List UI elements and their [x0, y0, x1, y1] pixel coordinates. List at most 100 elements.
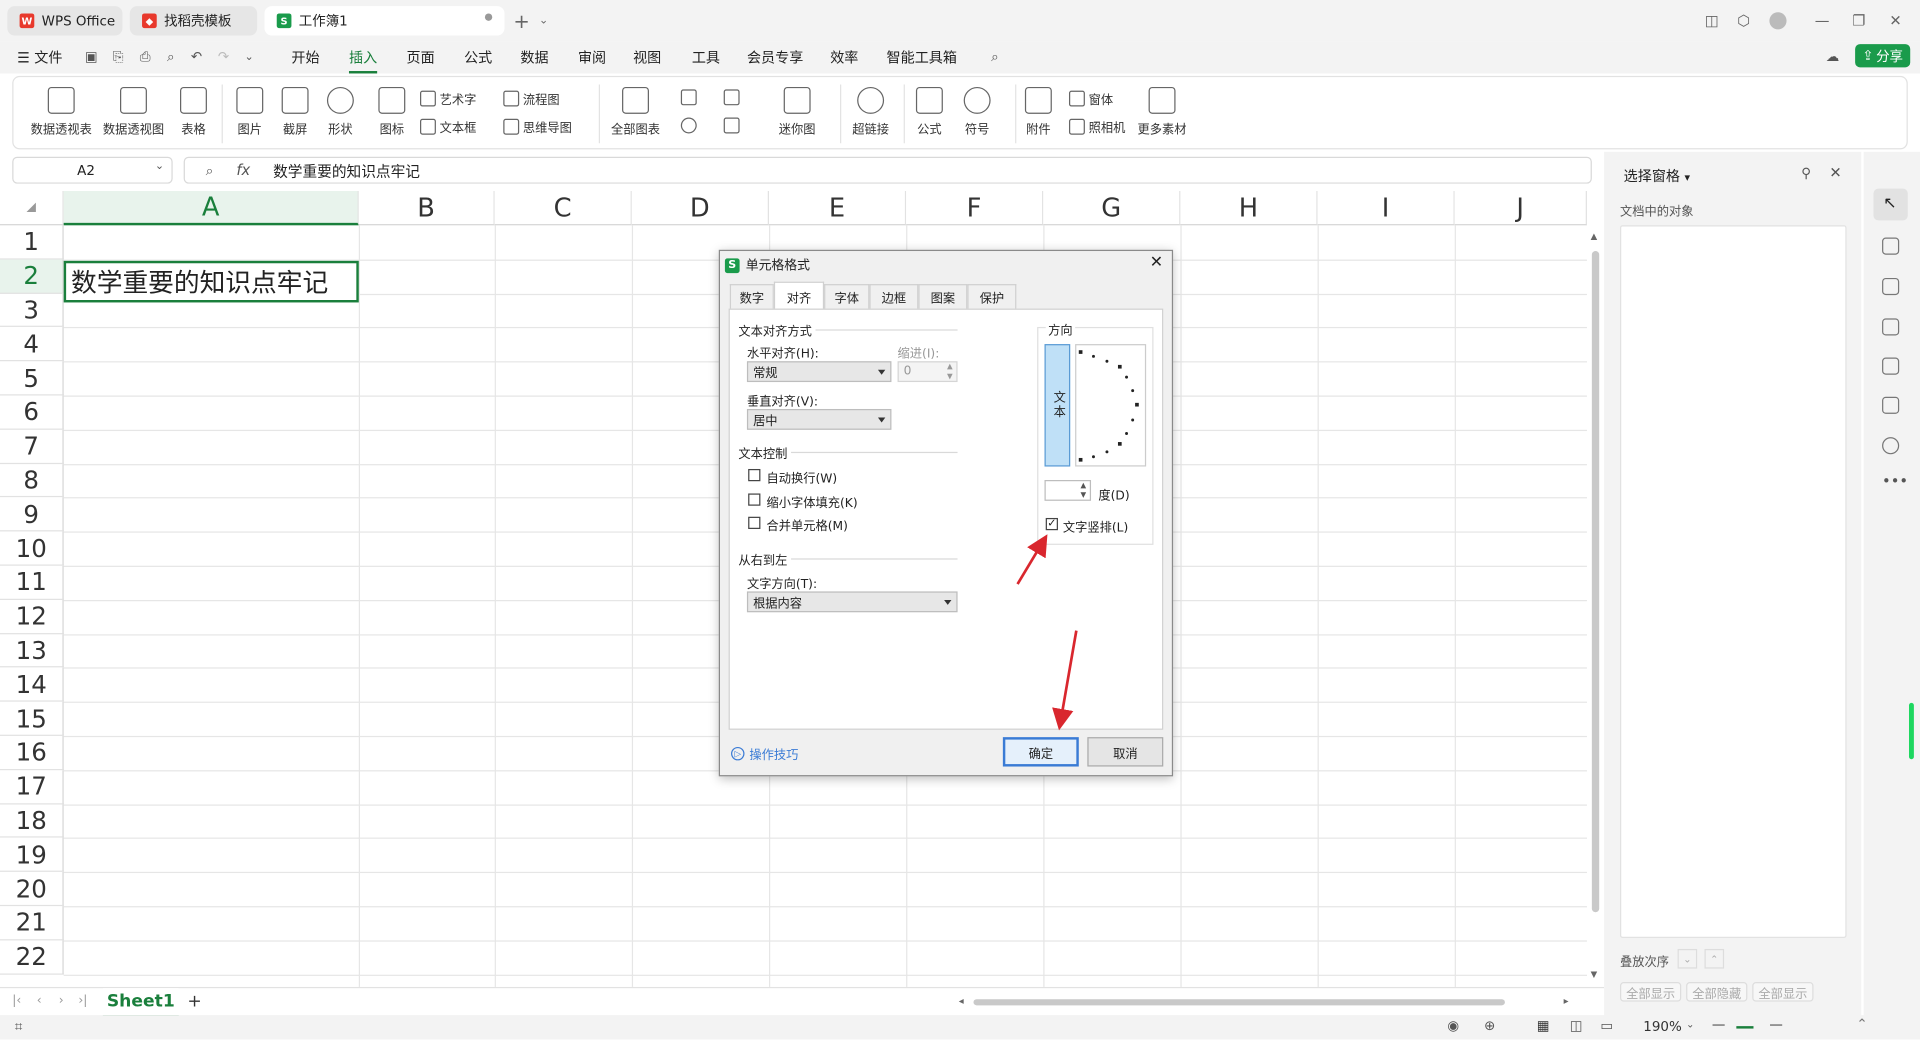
cloud-icon[interactable]: ☁	[1825, 49, 1841, 65]
line-chart-button[interactable]	[723, 89, 740, 106]
row-header-14[interactable]: 14	[0, 667, 64, 702]
tab-font[interactable]: 字体	[824, 284, 870, 309]
symbol-button[interactable]: 符号	[963, 77, 991, 137]
tab-workbook[interactable]: S 工作簿1	[264, 6, 505, 36]
row-header-1[interactable]: 1	[0, 225, 64, 260]
indent-spinner[interactable]: 0 ▲ ▼	[897, 361, 958, 383]
row-header-13[interactable]: 13	[0, 633, 64, 668]
row-header-7[interactable]: 7	[0, 429, 64, 464]
cube-icon[interactable]: ⬡	[1734, 11, 1754, 31]
column-header-c[interactable]: C	[494, 191, 632, 226]
row-header-2[interactable]: 2	[0, 259, 64, 294]
orientation-dial[interactable]	[1075, 344, 1147, 467]
table-button[interactable]: 表格	[180, 77, 207, 137]
hyperlink-button[interactable]: 超链接	[852, 77, 889, 137]
side-scroll-indicator[interactable]	[1908, 702, 1914, 760]
camera-button[interactable]: 照相机	[1068, 118, 1125, 136]
column-header-i[interactable]: I	[1317, 191, 1455, 226]
menu-start[interactable]: 开始	[291, 48, 319, 68]
show-all-button[interactable]: 全部显示	[1620, 982, 1682, 1002]
print-preview-icon[interactable]: ⌕	[163, 48, 179, 65]
flowchart-button[interactable]: 流程图	[503, 89, 560, 108]
chevron-down-icon[interactable]: ⌄	[1686, 1019, 1694, 1030]
zoom-out-icon[interactable]: —	[1712, 1016, 1725, 1032]
zoom-level[interactable]: 190%	[1643, 1019, 1682, 1035]
search-icon[interactable]: ⌕	[987, 48, 1003, 65]
equation-button[interactable]: 公式	[915, 77, 943, 137]
help-icon[interactable]	[1882, 437, 1900, 455]
export-icon[interactable]: ⎘	[110, 48, 126, 65]
row-header-22[interactable]: 22	[0, 940, 64, 975]
avatar[interactable]	[1768, 11, 1788, 31]
print-icon[interactable]: ⎙	[137, 48, 153, 65]
book-icon[interactable]	[1882, 396, 1900, 414]
text-direction-select[interactable]: 根据内容	[746, 591, 958, 613]
attachment-button[interactable]: 附件	[1024, 77, 1052, 137]
menu-tools[interactable]: 工具	[692, 48, 720, 68]
pivot-table-button[interactable]: 数据透视表	[31, 77, 92, 137]
move-down-icon[interactable]: ⌄	[1677, 948, 1698, 969]
macro-icon[interactable]: ⌗	[15, 1019, 23, 1036]
mindmap-button[interactable]: 思维导图	[503, 118, 572, 136]
menu-smart-toolbox[interactable]: 智能工具箱	[887, 48, 957, 68]
sparkline-button[interactable]: 迷你图	[779, 77, 816, 137]
zoom-slider[interactable]	[1736, 1026, 1754, 1029]
scroll-down-icon[interactable]: ▼	[1591, 970, 1598, 980]
pane-title[interactable]: 选择窗格 ▾	[1624, 167, 1690, 187]
row-header-19[interactable]: 19	[0, 838, 64, 873]
form-button[interactable]: 窗体	[1068, 89, 1113, 108]
column-header-j[interactable]: J	[1454, 191, 1587, 226]
row-header-10[interactable]: 10	[0, 531, 64, 566]
v-align-select[interactable]: 居中	[746, 408, 892, 430]
next-sheet-icon[interactable]: ›	[59, 994, 64, 1007]
prev-sheet-icon[interactable]: ‹	[37, 994, 42, 1007]
minimize-icon[interactable]: —	[1812, 11, 1832, 31]
pin-icon[interactable]: ⚲	[1801, 165, 1811, 181]
first-sheet-icon[interactable]: |‹	[12, 994, 21, 1007]
pivot-chart-button[interactable]: 数据透视图	[103, 77, 164, 137]
collapse-icon[interactable]: ⌃	[1856, 1016, 1867, 1032]
h-align-select[interactable]: 常规	[746, 361, 892, 383]
crop-icon[interactable]	[1882, 277, 1900, 296]
column-header-b[interactable]: B	[358, 191, 495, 226]
sheet-tab-sheet1[interactable]: Sheet1	[102, 988, 179, 1018]
chevron-down-icon[interactable]: ⌄	[241, 49, 257, 65]
row-header-20[interactable]: 20	[0, 872, 64, 907]
scatter-chart-button[interactable]	[723, 117, 740, 134]
row-header-15[interactable]: 15	[0, 701, 64, 736]
horizontal-scroll-thumb[interactable]	[973, 999, 1505, 1006]
select-all-corner[interactable]: ◢	[0, 191, 64, 226]
menu-data[interactable]: 数据	[520, 48, 548, 68]
menu-review[interactable]: 审阅	[578, 48, 606, 68]
tab-border[interactable]: 边框	[869, 284, 919, 309]
scroll-up-icon[interactable]: ▲	[1591, 231, 1598, 241]
cancel-button[interactable]: 取消	[1087, 737, 1164, 767]
wrap-text-checkbox[interactable]	[748, 468, 761, 482]
row-header-11[interactable]: 11	[0, 565, 64, 600]
vertical-text-box[interactable]: 文本	[1044, 344, 1071, 467]
degree-spinner[interactable]: ▲ ▼	[1044, 480, 1092, 501]
last-sheet-icon[interactable]: ›|	[78, 994, 87, 1007]
textbox-button[interactable]: 文本框	[420, 118, 476, 136]
image-edit-icon[interactable]	[1882, 318, 1900, 336]
row-header-8[interactable]: 8	[0, 463, 64, 498]
hide-all-button[interactable]: 全部隐藏	[1686, 982, 1748, 1002]
vertical-text-checkbox[interactable]: ✓	[1045, 518, 1058, 531]
objects-list[interactable]	[1620, 225, 1847, 938]
pie-chart-button[interactable]	[680, 117, 697, 134]
column-header-g[interactable]: G	[1043, 191, 1181, 226]
tab-docer[interactable]: ◆ 找稻壳模板	[129, 6, 258, 36]
normal-view-icon[interactable]: ▦	[1537, 1018, 1550, 1034]
tools-icon[interactable]	[1882, 357, 1900, 375]
reading-view-icon[interactable]: ◫	[1570, 1018, 1583, 1034]
settings-sliders-icon[interactable]	[1882, 237, 1900, 255]
add-sheet-button[interactable]: +	[187, 992, 201, 1012]
screenshot-button[interactable]: 截屏	[281, 77, 309, 137]
shrink-to-fit-checkbox[interactable]	[748, 493, 761, 506]
row-header-5[interactable]: 5	[0, 361, 64, 396]
menu-member[interactable]: 会员专享	[747, 48, 803, 68]
menu-efficiency[interactable]: 效率	[830, 48, 858, 68]
shape-button[interactable]: 形状	[326, 77, 354, 137]
menu-view[interactable]: 视图	[633, 48, 661, 68]
more-icon[interactable]: •••	[1882, 473, 1908, 490]
